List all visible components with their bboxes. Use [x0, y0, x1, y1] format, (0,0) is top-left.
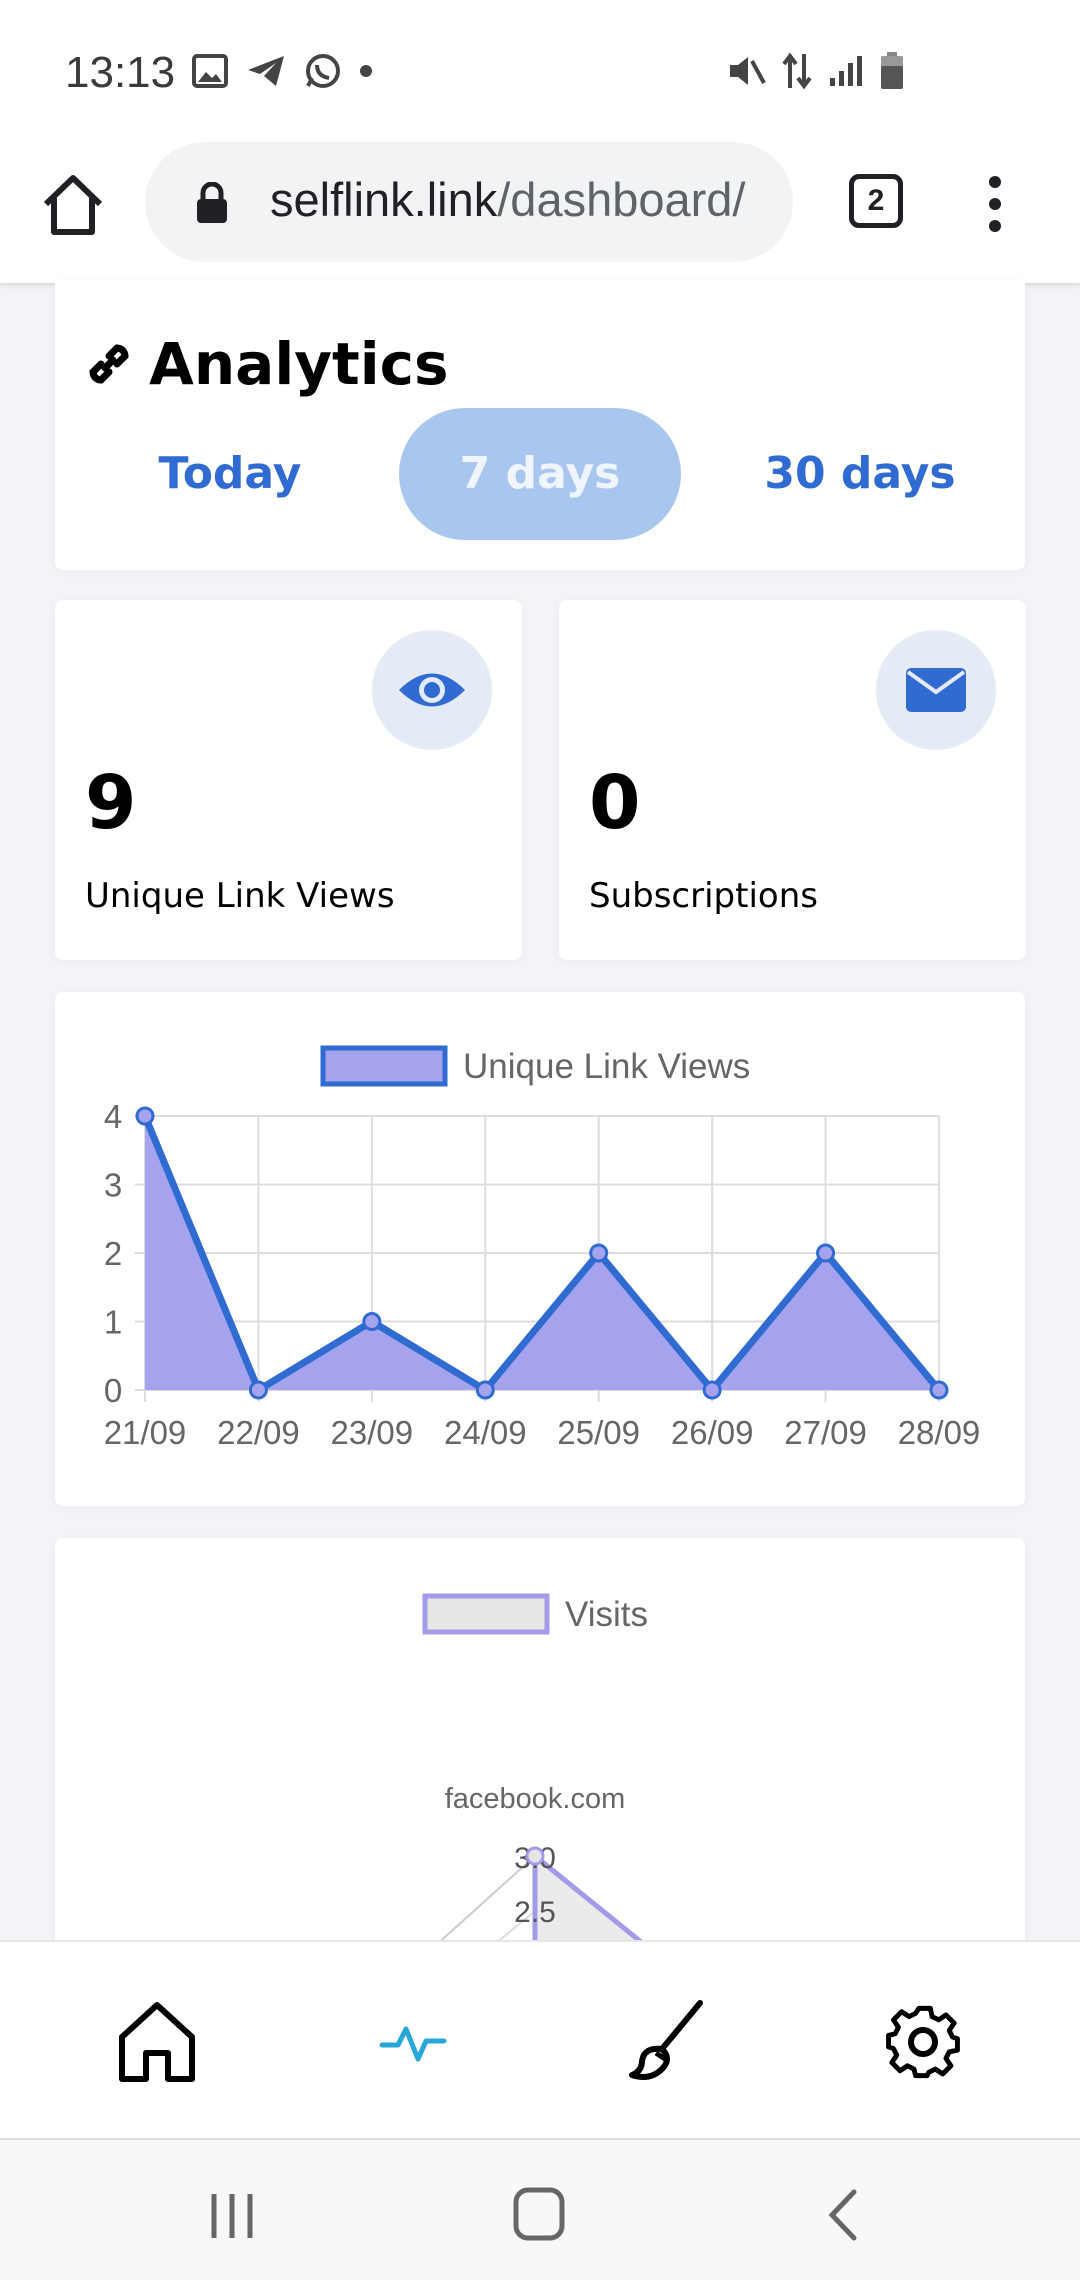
status-time: 13:13	[65, 48, 176, 97]
x-tick-label: 26/09	[671, 1414, 754, 1451]
system-nav-bar	[0, 2138, 1080, 2280]
data-point	[135, 1106, 155, 1126]
visits-chart-card: Visitsfacebook.com3.02.5	[55, 1538, 1025, 1958]
data-point	[475, 1380, 495, 1400]
data-point	[248, 1380, 268, 1400]
back-icon[interactable]	[808, 2180, 878, 2250]
analytics-title: Analytics	[149, 330, 449, 398]
subscriptions-value: 0	[589, 760, 641, 846]
battery-icon	[881, 52, 903, 89]
envelope-icon-badge	[876, 630, 996, 750]
notification-dot-icon	[360, 65, 372, 77]
period-selector: Today 7 days 30 days	[55, 408, 1025, 540]
x-tick-label: 23/09	[331, 1414, 414, 1451]
eye-icon	[399, 673, 465, 707]
x-tick-label: 27/09	[784, 1414, 867, 1451]
nav-design-brush-icon[interactable]	[622, 1997, 712, 2087]
eye-icon-badge	[372, 630, 492, 750]
y-tick-label: 2	[104, 1235, 122, 1272]
url-host: selflink.link	[270, 173, 498, 226]
whatsapp-icon	[306, 54, 340, 88]
nav-settings-gear-icon[interactable]	[878, 1997, 968, 2087]
point-label: facebook.com	[445, 1783, 626, 1815]
x-tick-label: 25/09	[557, 1414, 640, 1451]
envelope-icon	[906, 668, 966, 712]
legend-label: Unique Link Views	[463, 1047, 750, 1086]
unique-views-label: Unique Link Views	[85, 876, 395, 916]
mute-icon	[730, 57, 766, 85]
analytics-card: Analytics Today 7 days 30 days	[55, 280, 1025, 570]
legend-label: Visits	[565, 1595, 648, 1634]
r-tick-label: 2.5	[514, 1896, 556, 1929]
recent-apps-icon[interactable]	[200, 2180, 270, 2250]
x-tick-label: 22/09	[217, 1414, 300, 1451]
browser-menu-icon[interactable]	[985, 176, 1005, 236]
subscriptions-card: 0 Subscriptions	[559, 600, 1026, 960]
y-tick-label: 4	[104, 1098, 122, 1135]
nav-analytics-pulse-icon[interactable]	[368, 1997, 458, 2087]
unique-views-card: 9 Unique Link Views	[55, 600, 522, 960]
system-home-icon[interactable]	[504, 2180, 574, 2250]
legend-swatch	[320, 1045, 448, 1087]
data-point	[929, 1380, 949, 1400]
address-bar[interactable]: selflink.link/dashboard/	[145, 142, 793, 262]
views-chart-card: Unique Link Views 0 1 2 3 4 21/09 22/09 23/09 24/…	[55, 992, 1025, 1506]
data-point	[589, 1243, 609, 1263]
signal-icon	[830, 56, 862, 86]
browser-home-icon[interactable]	[40, 172, 106, 238]
url-path: /dashboard/	[497, 173, 746, 226]
page-title: Analytics	[83, 330, 449, 398]
data-point	[525, 1846, 545, 1866]
gallery-icon	[192, 54, 228, 88]
nav-home-icon[interactable]	[112, 1997, 202, 2087]
app-bottom-nav	[0, 1940, 1080, 2138]
period-7-days-button[interactable]: 7 days	[399, 408, 681, 540]
y-tick-label: 3	[104, 1167, 122, 1204]
y-tick-label: 0	[104, 1372, 122, 1409]
views-line-chart: Unique Link Views 0 1 2 3 4 21/09 22/09 23/09 24/…	[104, 1045, 981, 1451]
status-bar: 13:13	[0, 0, 1080, 140]
period-today-button[interactable]: Today	[105, 408, 355, 540]
legend-swatch	[422, 1593, 550, 1635]
period-30-days-button[interactable]: 30 days	[735, 408, 985, 540]
y-tick-label: 1	[104, 1304, 122, 1341]
tab-switcher-button[interactable]: 2	[849, 174, 903, 228]
browser-toolbar: selflink.link/dashboard/ 2	[0, 140, 1080, 285]
visits-radar-chart: Visitsfacebook.com3.02.5	[420, 1593, 665, 1958]
subscriptions-label: Subscriptions	[589, 876, 818, 916]
x-tick-label: 21/09	[104, 1414, 187, 1451]
data-point	[362, 1312, 382, 1331]
x-tick-label: 24/09	[444, 1414, 527, 1451]
url-text: selflink.link/dashboard/	[270, 172, 780, 227]
data-point	[816, 1243, 836, 1263]
data-point	[702, 1380, 722, 1400]
x-tick-label: 28/09	[898, 1414, 981, 1451]
unique-views-value: 9	[85, 760, 137, 846]
telegram-icon	[248, 56, 284, 86]
link-icon	[89, 344, 129, 384]
lock-icon	[197, 182, 227, 223]
data-arrows-icon	[782, 52, 812, 90]
